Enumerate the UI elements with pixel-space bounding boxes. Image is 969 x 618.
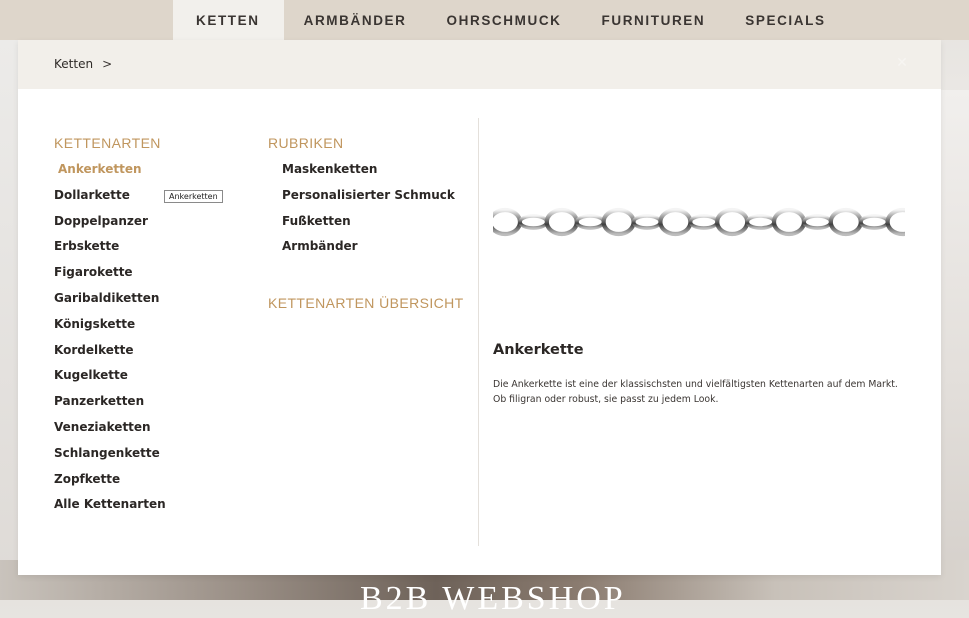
background-left [0, 40, 18, 600]
chain-link [631, 214, 663, 230]
breadcrumb-separator: > [102, 57, 113, 71]
rubriken-heading: RUBRIKEN [268, 135, 344, 151]
nav-item-specials[interactable]: SPECIALS [725, 0, 845, 40]
menu-item-garibaldiketten[interactable]: Garibaldiketten [54, 291, 166, 317]
chain-link [518, 214, 549, 230]
chain-link [715, 207, 750, 237]
menu-item-maskenketten[interactable]: Maskenketten [282, 162, 455, 188]
kettenarten-overview-link[interactable]: KETTENARTEN ÜBERSICHT [268, 295, 464, 311]
chain-link [493, 207, 523, 237]
kettenarten-list: Ankerketten Dollarkette Doppelpanzer Erb… [54, 162, 166, 523]
menu-item-veneziaketten[interactable]: Veneziaketten [54, 420, 166, 446]
breadcrumb-bar: Ketten > ✕ [18, 40, 941, 89]
tooltip: Ankerketten [164, 190, 223, 203]
chain-link [601, 207, 636, 237]
chain-link [688, 214, 720, 230]
menu-item-panzerketten[interactable]: Panzerketten [54, 394, 166, 420]
menu-item-erbskette[interactable]: Erbskette [54, 239, 166, 265]
menu-item-figarokette[interactable]: Figarokette [54, 265, 166, 291]
menu-item-schlangenkette[interactable]: Schlangenkette [54, 446, 166, 472]
chain-link [658, 207, 693, 237]
menu-item-kugelkette[interactable]: Kugelkette [54, 368, 166, 394]
breadcrumb[interactable]: Ketten > [54, 57, 112, 71]
menu-item-alle-kettenarten[interactable]: Alle Kettenarten [54, 497, 166, 523]
nav-items: KETTEN ARMBÄNDER OHRSCHMUCK FURNITUREN S… [173, 0, 846, 40]
mega-menu-panel: Ketten > ✕ KETTENARTEN Ankerketten Dollar… [18, 40, 941, 575]
preview-description: Die Ankerkette ist eine der klassischste… [493, 379, 898, 405]
menu-item-kordelkette[interactable]: Kordelkette [54, 343, 166, 369]
menu-item-personalisierter-schmuck[interactable]: Personalisierter Schmuck [282, 188, 455, 214]
nav-item-ohrschmuck[interactable]: OHRSCHMUCK [427, 0, 582, 40]
chain-link [828, 207, 863, 237]
menu-item-armbaender[interactable]: Armbänder [282, 239, 455, 265]
kettenarten-heading: KETTENARTEN [54, 135, 161, 151]
column-divider [478, 118, 479, 546]
nav-item-ketten[interactable]: KETTEN [173, 0, 284, 40]
chain-link [574, 214, 606, 230]
chain-link [771, 207, 807, 237]
anchor-chain-image [493, 207, 905, 237]
nav-item-furnituren[interactable]: FURNITUREN [582, 0, 726, 40]
close-icon[interactable]: ✕ [893, 54, 911, 72]
rubriken-list: Maskenketten Personalisierter Schmuck Fu… [282, 162, 455, 265]
hero-text: B2B WEBSHOP [360, 580, 626, 617]
chain-link [745, 214, 776, 230]
menu-item-fussketten[interactable]: Fußketten [282, 214, 455, 240]
background-right [937, 90, 969, 570]
menu-item-doppelpanzer[interactable]: Doppelpanzer [54, 214, 166, 240]
menu-item-ankerketten[interactable]: Ankerketten [54, 162, 166, 188]
chain-link [544, 207, 579, 237]
menu-item-koenigskette[interactable]: Königskette [54, 317, 166, 343]
chain-links [493, 207, 905, 237]
top-navigation: KETTEN ARMBÄNDER OHRSCHMUCK FURNITUREN S… [0, 0, 969, 40]
preview-title: Ankerkette [493, 342, 584, 358]
chain-link [858, 214, 890, 230]
menu-item-dollarkette[interactable]: Dollarkette [54, 188, 166, 214]
menu-item-zopfkette[interactable]: Zopfkette [54, 472, 166, 498]
chain-link [802, 214, 833, 230]
chain-link [885, 207, 905, 237]
breadcrumb-label[interactable]: Ketten [54, 57, 93, 71]
nav-item-armbaender[interactable]: ARMBÄNDER [284, 0, 427, 40]
